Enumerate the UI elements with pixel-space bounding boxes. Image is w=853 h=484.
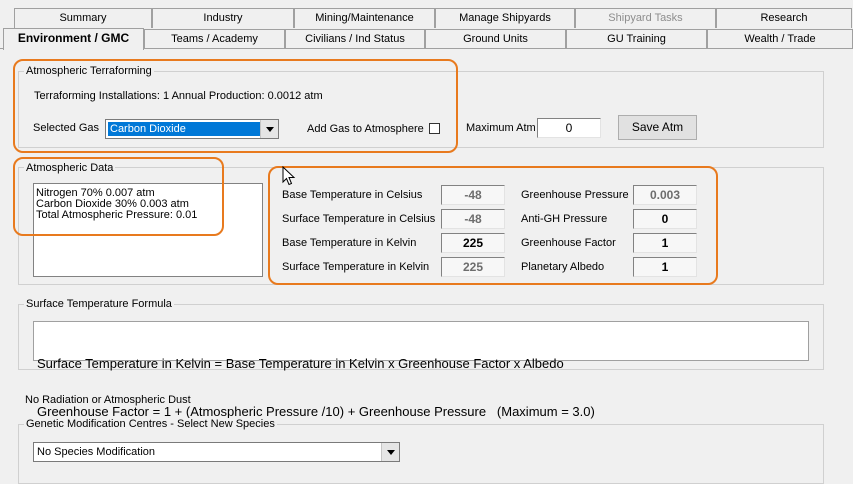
greenhouse-pressure-value: 0.003 <box>633 185 697 205</box>
selected-gas-dropdown[interactable]: Carbon Dioxide <box>105 119 279 139</box>
surface-temp-celsius-value: -48 <box>441 209 505 229</box>
planetary-albedo-label: Planetary Albedo <box>521 261 605 273</box>
terraforming-installations-text: Terraforming Installations: 1 Annual Pro… <box>34 90 323 102</box>
formula-title: Surface Temperature Formula <box>24 298 174 311</box>
tab-industry[interactable]: Industry <box>152 8 294 28</box>
tab-research[interactable]: Research <box>716 8 852 28</box>
base-temp-celsius-label: Base Temperature in Celsius <box>282 189 423 201</box>
genetic-title: Genetic Modification Centres - Select Ne… <box>24 418 277 431</box>
tab-wealth-trade[interactable]: Wealth / Trade <box>707 29 853 49</box>
atmosphere-composition-list[interactable]: Nitrogen 70% 0.007 atm Carbon Dioxide 30… <box>33 183 263 277</box>
greenhouse-pressure-label: Greenhouse Pressure <box>521 189 629 201</box>
tab-teams-academy[interactable]: Teams / Academy <box>144 29 285 49</box>
selected-gas-value: Carbon Dioxide <box>108 122 260 136</box>
tab-ground-units[interactable]: Ground Units <box>425 29 566 49</box>
surface-temp-kelvin-label: Surface Temperature in Kelvin <box>282 261 430 273</box>
base-temp-celsius-value: -48 <box>441 185 505 205</box>
greenhouse-factor-value: 1 <box>633 233 697 253</box>
add-gas-label: Add Gas to Atmosphere <box>307 123 424 135</box>
tab-gu-training[interactable]: GU Training <box>566 29 707 49</box>
save-atm-button[interactable]: Save Atm <box>618 115 697 140</box>
anti-gh-pressure-value: 0 <box>633 209 697 229</box>
tab-manage-shipyards[interactable]: Manage Shipyards <box>435 8 575 28</box>
anti-gh-pressure-label: Anti-GH Pressure <box>521 213 608 225</box>
formula-line-1: Surface Temperature in Kelvin = Base Tem… <box>37 356 564 371</box>
surface-temp-kelvin-value: 225 <box>441 257 505 277</box>
chevron-down-icon[interactable] <box>260 120 278 138</box>
species-dropdown[interactable]: No Species Modification <box>33 442 400 462</box>
planetary-albedo-value: 1 <box>633 257 697 277</box>
chevron-down-icon[interactable] <box>381 443 399 461</box>
greenhouse-factor-label: Greenhouse Factor <box>521 237 616 249</box>
tab-shipyard-tasks[interactable]: Shipyard Tasks <box>575 8 716 28</box>
selected-gas-label: Selected Gas <box>33 122 100 134</box>
mouse-cursor-icon <box>282 166 296 186</box>
base-temp-kelvin-label: Base Temperature in Kelvin <box>282 237 417 249</box>
atmospheric-data-title: Atmospheric Data <box>24 162 116 175</box>
radiation-status-text: No Radiation or Atmospheric Dust <box>25 394 191 406</box>
max-atm-input[interactable]: 0 <box>537 118 601 138</box>
base-temp-kelvin-value: 225 <box>441 233 505 253</box>
max-atm-label: Maximum Atm <box>466 122 536 134</box>
terraforming-title: Atmospheric Terraforming <box>24 65 154 78</box>
surface-temp-celsius-label: Surface Temperature in Celsius <box>282 213 436 225</box>
tab-mining-maintenance[interactable]: Mining/Maintenance <box>294 8 435 28</box>
list-item: Total Atmospheric Pressure: 0.01 <box>36 209 198 221</box>
species-dropdown-value: No Species Modification <box>37 446 156 458</box>
add-gas-checkbox[interactable] <box>429 123 440 134</box>
tab-summary[interactable]: Summary <box>14 8 152 28</box>
tab-civilians-ind-status[interactable]: Civilians / Ind Status <box>285 29 425 49</box>
formula-text: Surface Temperature in Kelvin = Base Tem… <box>33 321 809 419</box>
tab-environment-gmc[interactable]: Environment / GMC <box>3 28 144 50</box>
